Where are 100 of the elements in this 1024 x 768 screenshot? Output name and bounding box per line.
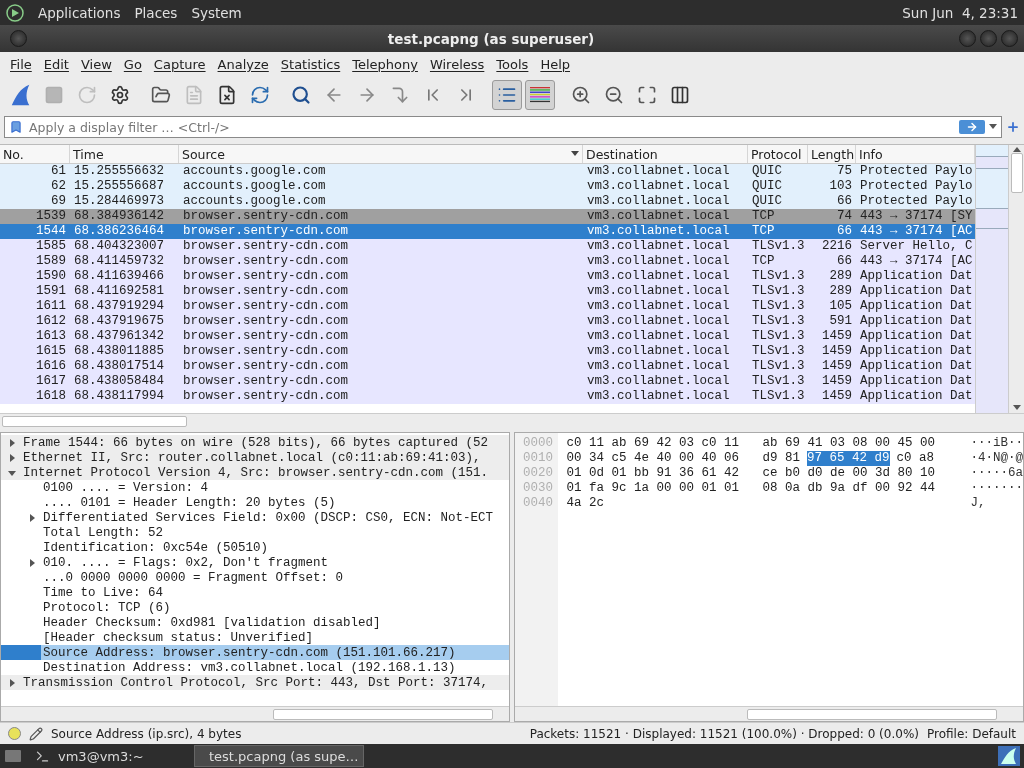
packet-row[interactable]: 1539 68.384936142 browser.sentry-cdn.com vm3.collabnet.local TCP 74 443 → 37174 [SY — [0, 209, 975, 224]
packet-row[interactable]: 1590 68.411639466 browser.sentry-cdn.com vm3.collabnet.local TLSv1.3 289 Application Dat — [0, 269, 975, 284]
edit-comment-icon[interactable] — [29, 726, 43, 741]
menu-item[interactable]: Help — [534, 56, 576, 72]
table-cell-text: browser.sentry-cdn.com — [182, 389, 350, 404]
tree-item[interactable]: Differentiated Services Field: 0x00 (DSCP: CS0, ECN: Not-ECT — [1, 510, 509, 525]
hex-bytes[interactable]: c0 11 ab 69 42 03 c0 11 — [566, 436, 739, 451]
expand-arrow-icon[interactable] — [7, 677, 17, 688]
column-header[interactable]: Protocol — [748, 145, 808, 163]
shark-fin-icon[interactable] — [998, 746, 1020, 766]
menu-item[interactable]: File — [4, 56, 38, 72]
scrollbar-thumb[interactable] — [273, 708, 493, 720]
horizontal-scrollbar[interactable] — [0, 413, 1024, 428]
menu-item[interactable]: Edit — [37, 56, 75, 72]
bookmark-icon[interactable] — [9, 120, 23, 134]
taskbar-button[interactable]: vm3@vm3:~ — [28, 745, 188, 767]
column-header[interactable]: Destination — [583, 145, 748, 163]
hex-bytes[interactable]: d9 81 — [762, 451, 800, 466]
table-cell-text: 1612 — [35, 314, 67, 329]
expand-arrow-icon[interactable] — [7, 437, 17, 448]
scroll-down-icon[interactable] — [1012, 405, 1021, 411]
tree-item[interactable]: Destination Address: vm3.collabnet.local (192.168.1.13) — [1, 660, 509, 675]
menu-item[interactable]: Wireless — [423, 56, 491, 72]
hex-bytes[interactable]: 00 34 c5 4e 40 00 40 06 — [566, 451, 739, 466]
taskbar-button[interactable]: test.pcapng (as supe… — [194, 745, 364, 767]
add-button-icon[interactable] — [1006, 120, 1020, 134]
filter-input[interactable]: Apply a display filter … <Ctrl-/> — [27, 118, 955, 136]
menu-item[interactable]: Analyze — [211, 56, 275, 72]
column-header[interactable]: Length — [808, 145, 856, 163]
packet-row[interactable]: 61 15.255556632 accounts.google.com vm3.collabnet.local QUIC 75 Protected Paylo — [0, 164, 975, 179]
menu-item[interactable]: Statistics — [274, 56, 347, 72]
tree-item[interactable]: Source Address: browser.sentry-cdn.com (151.101.66.217) — [1, 645, 509, 660]
column-header[interactable]: No. — [0, 145, 70, 163]
packet-row[interactable]: 1615 68.438011885 browser.sentry-cdn.com vm3.collabnet.local TLSv1.3 1459 Application Dat — [0, 344, 975, 359]
menu-item[interactable]: Tools — [490, 56, 535, 72]
hex-bytes[interactable]: ab 69 41 03 08 00 45 00 — [762, 436, 935, 451]
tree-item[interactable]: .... 0101 = Header Length: 20 bytes (5) — [1, 495, 509, 510]
tree-item[interactable]: Transmission Control Protocol, Src Port: 443, Dst Port: 37174, — [1, 675, 509, 690]
hex-bytes[interactable]: c0 a8 — [896, 451, 935, 466]
expand-arrow-icon[interactable] — [7, 452, 17, 463]
hex-bytes[interactable]: ce b0 d0 de 00 3d 80 10 — [762, 466, 935, 481]
desktop-icon[interactable] — [4, 748, 22, 764]
table-cell-text: 443 → 37174 [AC — [859, 224, 974, 239]
tree-item[interactable]: Identification: 0xc54e (50510) — [1, 540, 509, 555]
hex-bytes[interactable]: 4a 2c — [566, 496, 604, 511]
hex-bytes[interactable]: 97 65 42 d9 — [807, 451, 890, 466]
packet-row[interactable]: 1589 68.411459732 browser.sentry-cdn.com vm3.collabnet.local TCP 66 443 → 37174 [AC — [0, 254, 975, 269]
tree-item[interactable]: Protocol: TCP (6) — [1, 600, 509, 615]
tree-item[interactable]: 010. .... = Flags: 0x2, Don't fragment — [1, 555, 509, 570]
packet-row[interactable]: 1544 68.386236464 browser.sentry-cdn.com vm3.collabnet.local TCP 66 443 → 37174 [AC — [0, 224, 975, 239]
packet-row[interactable]: 1611 68.437919294 browser.sentry-cdn.com vm3.collabnet.local TLSv1.3 105 Application Dat — [0, 299, 975, 314]
tree-item[interactable]: Frame 1544: 66 bytes on wire (528 bits), 66 bytes captured (52 — [1, 435, 509, 450]
hex-bytes[interactable]: 01 0d 01 bb 91 36 61 42 — [566, 466, 739, 481]
packet-row[interactable]: 1616 68.438017514 browser.sentry-cdn.com vm3.collabnet.local TLSv1.3 1459 Application Dat — [0, 359, 975, 374]
menu-item[interactable]: Capture — [147, 56, 212, 72]
menu-item[interactable]: Telephony — [346, 56, 424, 72]
status-indicator[interactable] — [8, 727, 21, 740]
column-header[interactable]: Source — [179, 145, 583, 163]
menu-item[interactable]: View — [74, 56, 118, 72]
expand-arrow-icon[interactable] — [27, 512, 37, 523]
hex-bytes[interactable]: 01 fa 9c 1a 00 00 01 01 — [566, 481, 739, 496]
window-menu-button[interactable] — [10, 30, 27, 47]
tree-item[interactable]: Total Length: 52 — [1, 525, 509, 540]
scrollbar-thumb[interactable] — [2, 415, 187, 427]
packet-row[interactable]: 1618 68.438117994 browser.sentry-cdn.com vm3.collabnet.local TLSv1.3 1459 Application Dat — [0, 389, 975, 404]
expand-arrow-icon[interactable] — [27, 557, 37, 568]
tree-item[interactable]: Ethernet II, Src: router.collabnet.local (c0:11:ab:69:41:03), — [1, 450, 509, 465]
column-header[interactable]: Time — [70, 145, 179, 163]
table-cell-text: browser.sentry-cdn.com — [182, 329, 350, 344]
packet-row[interactable]: 1613 68.437961342 browser.sentry-cdn.com vm3.collabnet.local TLSv1.3 1459 Application Dat — [0, 329, 975, 344]
profile-label[interactable]: Profile: Default — [927, 726, 1016, 741]
packet-row[interactable]: 62 15.255556687 accounts.google.com vm3.collabnet.local QUIC 103 Protected Paylo — [0, 179, 975, 194]
scrollbar-thumb[interactable] — [1010, 153, 1023, 193]
menu-logo-icon[interactable] — [6, 3, 24, 22]
close-button[interactable] — [1001, 30, 1018, 47]
hex-bytes[interactable]: 08 0a db 9a df 00 92 44 — [762, 481, 935, 496]
vertical-scrollbar[interactable] — [1008, 145, 1024, 413]
packet-row[interactable]: 69 15.284469973 accounts.google.com vm3.collabnet.local QUIC 66 Protected Paylo — [0, 194, 975, 209]
tree-item[interactable]: Header Checksum: 0xd981 [validation disabled] — [1, 615, 509, 630]
scrollbar-thumb[interactable] — [747, 708, 997, 720]
panel-menu[interactable]: Places — [134, 4, 178, 21]
toolbar-button[interactable] — [525, 80, 555, 110]
packet-row[interactable]: 1612 68.437919675 browser.sentry-cdn.com vm3.collabnet.local TLSv1.3 591 Application Dat — [0, 314, 975, 329]
horizontal-scrollbar[interactable] — [515, 706, 1023, 721]
packet-row[interactable]: 1585 68.404323007 browser.sentry-cdn.com vm3.collabnet.local TLSv1.3 2216 Server Hello, C — [0, 239, 975, 254]
tree-item[interactable]: Time to Live: 64 — [1, 585, 509, 600]
tree-item[interactable]: [Header checksum status: Unverified] — [1, 630, 509, 645]
tree-item[interactable]: ...0 0000 0000 0000 = Fragment Offset: 0 — [1, 570, 509, 585]
packet-row[interactable]: 1617 68.438058484 browser.sentry-cdn.com vm3.collabnet.local TLSv1.3 1459 Application Dat — [0, 374, 975, 389]
packet-row[interactable]: 1591 68.411692581 browser.sentry-cdn.com vm3.collabnet.local TLSv1.3 289 Application Dat — [0, 284, 975, 299]
tree-item[interactable]: Internet Protocol Version 4, Src: browser.sentry-cdn.com (151. — [1, 465, 509, 480]
horizontal-scrollbar[interactable] — [1, 706, 509, 721]
panel-menu[interactable]: Applications — [38, 4, 121, 21]
minimize-button[interactable] — [959, 30, 976, 47]
menu-item[interactable]: Go — [117, 56, 148, 72]
filter-field[interactable]: Apply a display filter … <Ctrl-/> — [4, 116, 1002, 138]
dropdown-caret-icon[interactable] — [989, 124, 997, 130]
panel-menu[interactable]: System — [191, 4, 242, 21]
tree-item[interactable]: 0100 .... = Version: 4 — [1, 480, 509, 495]
maximize-button[interactable] — [980, 30, 997, 47]
